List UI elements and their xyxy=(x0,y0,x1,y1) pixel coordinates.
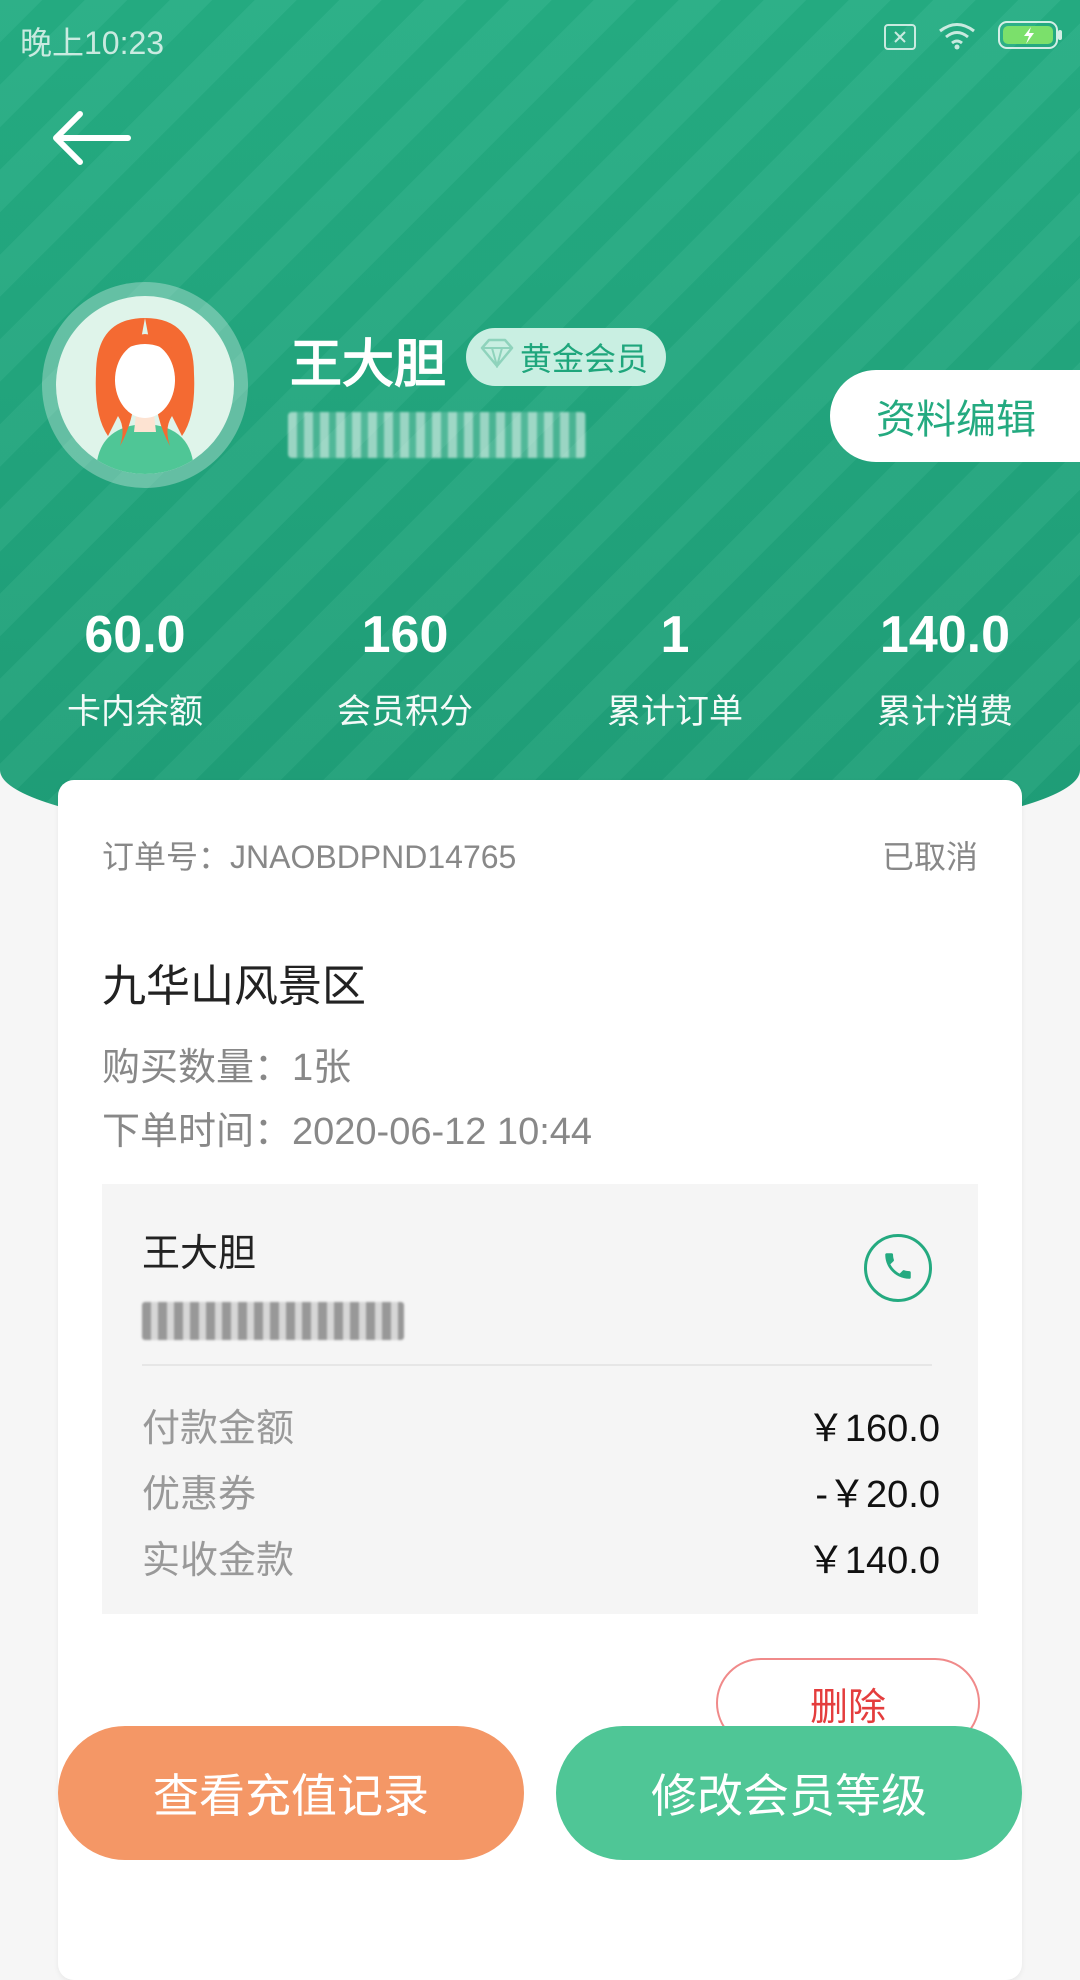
order-number: 订单号：JNAOBDPND14765 xyxy=(102,839,517,875)
member-stats: 60.0 卡内余额 160 会员积分 1 累计订单 140.0 累计消费 xyxy=(0,600,1080,733)
contact-name: 王大胆 xyxy=(142,1233,257,1275)
order-status: 已取消 xyxy=(881,839,978,875)
stat-total-spending[interactable]: 140.0 累计消费 xyxy=(810,600,1080,733)
stat-value: 140.0 xyxy=(879,606,1011,664)
change-member-level-button[interactable]: 修改会员等级 xyxy=(556,1726,1022,1860)
stat-value: 60.0 xyxy=(84,606,186,664)
payment-row-amount: 付款金额 ￥160.0 xyxy=(142,1394,940,1454)
call-button[interactable] xyxy=(864,1234,932,1302)
back-arrow-icon xyxy=(52,111,132,172)
stat-value: 1 xyxy=(660,606,690,664)
avatar-image xyxy=(56,296,234,474)
phone-icon xyxy=(881,1249,915,1288)
scenic-name: 九华山风景区 xyxy=(102,962,366,1011)
member-level-label: 黄金会员 xyxy=(520,341,649,377)
row-value: ￥160.0 xyxy=(806,1407,940,1450)
order-time: 下单时间：2020-06-12 10:44 xyxy=(102,1111,593,1153)
status-time: 晚上10:23 xyxy=(20,25,165,61)
member-level-badge: 黄金会员 xyxy=(466,328,667,386)
status-icons xyxy=(884,20,1064,58)
stat-card-balance[interactable]: 60.0 卡内余额 xyxy=(0,600,270,733)
stat-value: 160 xyxy=(361,606,449,664)
payment-row-received: 实收金款 ￥140.0 xyxy=(142,1526,940,1586)
stat-label: 累计订单 xyxy=(607,693,743,731)
contact-phone: 13987346783 xyxy=(142,1302,404,1340)
row-value: -￥20.0 xyxy=(815,1473,940,1516)
row-label: 实收金款 xyxy=(142,1539,295,1582)
purchase-quantity: 购买数量：1张 xyxy=(102,1047,352,1089)
stat-label: 会员积分 xyxy=(337,693,473,731)
user-name: 王大胆 xyxy=(290,336,447,394)
view-recharge-records-button[interactable]: 查看充值记录 xyxy=(58,1726,524,1860)
stat-points[interactable]: 160 会员积分 xyxy=(270,600,540,733)
back-button[interactable] xyxy=(52,108,132,178)
status-bar: 晚上10:23 xyxy=(0,0,1080,70)
stat-label: 累计消费 xyxy=(877,693,1013,731)
payment-row-coupon: 优惠券 -￥20.0 xyxy=(142,1460,940,1520)
sim-icon xyxy=(884,21,916,58)
row-label: 付款金额 xyxy=(142,1407,295,1450)
user-phone: 13987346783 xyxy=(288,412,586,458)
edit-profile-button[interactable]: 资料编辑 xyxy=(830,370,1080,462)
row-value: ￥140.0 xyxy=(806,1539,940,1582)
stat-total-orders[interactable]: 1 累计订单 xyxy=(540,600,810,733)
avatar[interactable] xyxy=(42,282,248,488)
battery-icon xyxy=(998,20,1064,58)
divider xyxy=(142,1364,932,1366)
row-label: 优惠券 xyxy=(142,1473,257,1516)
order-detail-box: 王大胆 13987346783 付款金额 ￥160.0 优惠券 -￥20.0 实… xyxy=(102,1184,978,1614)
wifi-icon xyxy=(938,21,976,58)
diamond-icon xyxy=(480,338,514,376)
stat-label: 卡内余额 xyxy=(67,693,203,731)
